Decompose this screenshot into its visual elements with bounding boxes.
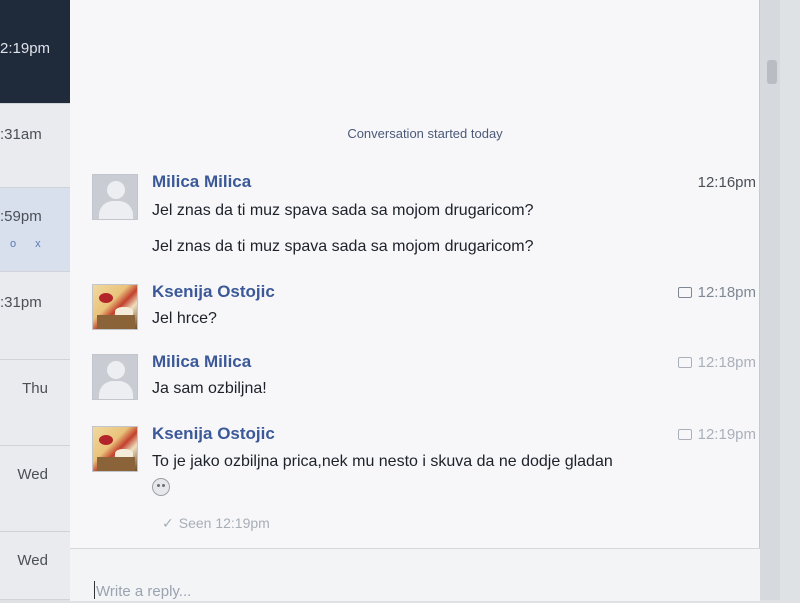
check-icon: ✓	[162, 515, 174, 531]
conversation-list-item[interactable]: 2:19pm	[0, 0, 70, 104]
message-text: Jel znas da ti muz spava sada sa mojom d…	[152, 238, 534, 255]
message-text: To je jako ozbiljna prica,nek mu nesto i…	[152, 453, 613, 470]
message-text: Jel znas da ti muz spava sada sa mojom d…	[152, 202, 534, 219]
scrollbar[interactable]	[759, 0, 780, 600]
conversation-list-item-selected[interactable]: :59pm o x	[0, 188, 70, 272]
message-time: 12:19pm	[677, 426, 756, 443]
conversation-pane: Conversation started today Milica Milica…	[70, 0, 780, 603]
message-text: Jel hrce?	[152, 310, 217, 327]
conversation-time: Thu	[22, 380, 48, 397]
sender-name[interactable]: Ksenija Ostojic	[152, 282, 275, 302]
seen-status: ✓ Seen 12:19pm	[162, 515, 270, 531]
conversation-list-item[interactable]: Thu	[0, 360, 70, 446]
conversation-time: :31pm	[0, 294, 42, 311]
message-time: 12:18pm	[677, 284, 756, 301]
message-time: 12:16pm	[697, 174, 756, 191]
conversation-actions[interactable]: o x	[10, 238, 49, 250]
reply-icon	[677, 428, 692, 440]
sender-name[interactable]: Milica Milica	[152, 352, 251, 372]
sender-name[interactable]: Milica Milica	[152, 172, 251, 192]
text-caret	[94, 581, 95, 599]
sender-name[interactable]: Ksenija Ostojic	[152, 424, 275, 444]
conversation-list-item[interactable]: Wed	[0, 532, 70, 600]
scrollbar-thumb[interactable]	[767, 60, 777, 84]
reply-composer	[70, 548, 760, 603]
conversation-time: 2:19pm	[0, 40, 51, 57]
conversation-time: :31am	[0, 126, 42, 143]
conversation-list: 2:19pm :31am :59pm o x :31pm Thu Wed Wed	[0, 0, 71, 600]
avatar[interactable]	[92, 354, 138, 400]
avatar[interactable]	[92, 426, 138, 472]
conversation-list-item[interactable]: Wed	[0, 446, 70, 532]
avatar[interactable]	[92, 284, 138, 330]
conversation-list-item[interactable]: :31pm	[0, 272, 70, 360]
conversation-time: Wed	[17, 552, 48, 569]
conversation-time: :59pm	[0, 208, 42, 225]
reply-input[interactable]	[94, 579, 738, 603]
reply-icon	[677, 286, 692, 298]
reply-icon	[677, 356, 692, 368]
sad-face-icon	[152, 478, 170, 496]
message-text: Ja sam ozbiljna!	[152, 380, 267, 397]
conversation-time: Wed	[17, 466, 48, 483]
conversation-started-label: Conversation started today	[347, 126, 503, 141]
avatar[interactable]	[92, 174, 138, 220]
message-time: 12:18pm	[677, 354, 756, 371]
conversation-list-item[interactable]: :31am	[0, 104, 70, 188]
